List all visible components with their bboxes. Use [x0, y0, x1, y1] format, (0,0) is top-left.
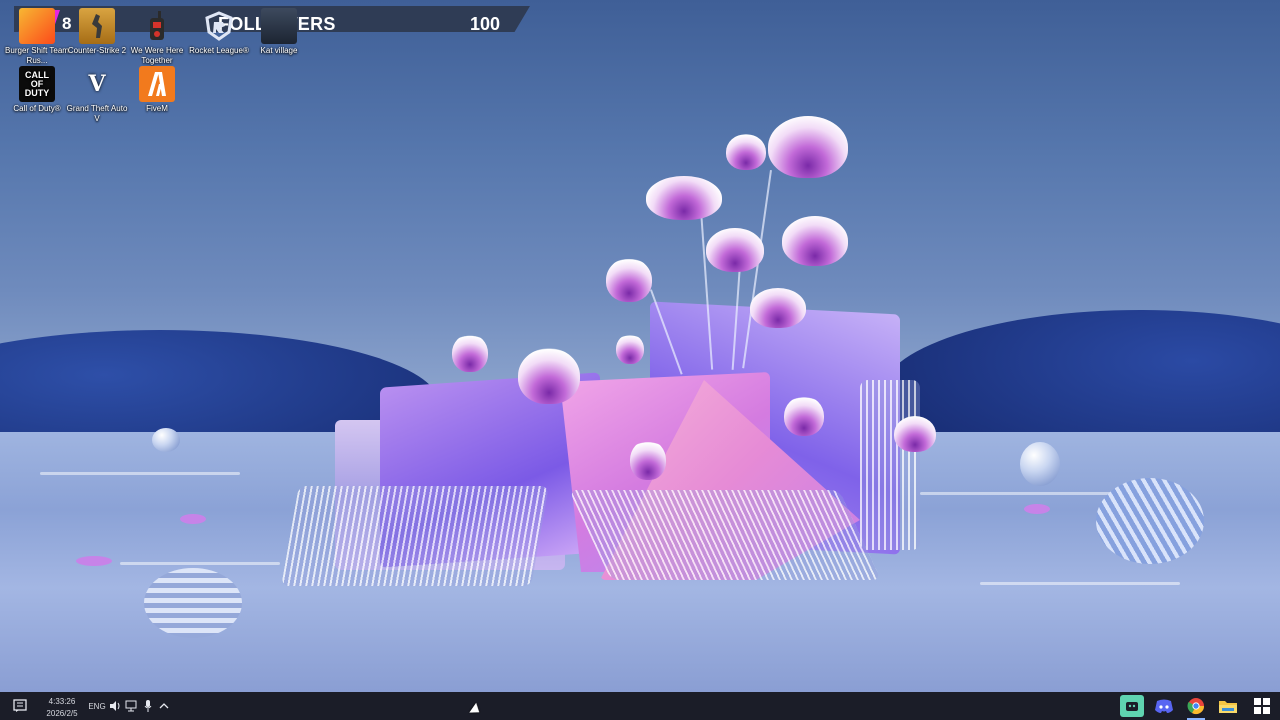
clock-date[interactable]: 2026/2/5: [40, 707, 84, 719]
desktop-icon-grand-theft-auto-v[interactable]: V Grand Theft Auto V: [64, 66, 130, 124]
desktop-icon-label: We Were Here Together: [130, 46, 184, 65]
water-shine: [980, 582, 1180, 585]
lotus-flower: [768, 116, 848, 178]
wallpaper-ribbed-sphere: [1096, 478, 1204, 564]
microphone-icon[interactable]: [142, 699, 154, 713]
wallpaper-sphere: [1020, 442, 1060, 486]
lotus-flower: [750, 288, 806, 328]
lotus-flower: [894, 416, 936, 452]
lotus-flower: [726, 134, 766, 170]
desktop-icon-label: Call of Duty®: [13, 104, 61, 113]
desktop-icon-burger-shift[interactable]: Burger Shift Team Rus...: [4, 8, 70, 66]
floating-petal: [180, 514, 206, 524]
desktop-icon-kat-village[interactable]: Kat village: [246, 8, 312, 56]
taskbar-streaming-app-icon[interactable]: [1120, 695, 1144, 717]
floating-petal: [76, 556, 112, 566]
walkie-talkie-icon: [139, 8, 175, 44]
volume-icon[interactable]: [108, 699, 122, 713]
wallpaper-ribbed-glass: [569, 490, 881, 580]
rocket-league-icon: [201, 8, 237, 44]
desktop-icon-we-were-here-together[interactable]: We Were Here Together: [124, 8, 190, 66]
lotus-flower: [646, 176, 722, 220]
lotus-flower: [782, 216, 848, 266]
wallpaper-sphere: [152, 428, 180, 452]
desktop-icon-label: Kat village: [260, 46, 298, 55]
water-shine: [40, 472, 240, 475]
followers-value: 100: [470, 14, 501, 34]
lotus-flower: [606, 258, 652, 302]
taskbar-discord-icon[interactable]: [1152, 695, 1176, 717]
lotus-flower: [630, 440, 666, 480]
call-of-duty-icon: CALL OF DUTY: [19, 66, 55, 102]
network-icon[interactable]: [124, 699, 140, 713]
wallpaper-ribbed-glass: [860, 380, 920, 550]
lotus-flower: [784, 396, 824, 436]
windows-start-icon[interactable]: [1250, 695, 1274, 717]
desktop-icon-counter-strike-2[interactable]: Counter-Strike 2: [64, 8, 130, 56]
notification-center-icon[interactable]: [10, 698, 30, 714]
wallpaper-ribbed-sphere: [144, 568, 242, 638]
floating-petal: [1024, 504, 1050, 514]
taskbar-chrome-icon[interactable]: [1184, 695, 1208, 720]
lotus-flower: [706, 228, 764, 272]
lotus-flower: [616, 334, 644, 364]
desktop-icon-label: Grand Theft Auto V: [66, 104, 128, 123]
kat-village-icon: [261, 8, 297, 44]
desktop-icon-label: FiveM: [146, 104, 168, 113]
language-indicator[interactable]: ENG: [86, 700, 108, 712]
gta-v-icon: V: [88, 71, 106, 97]
desktop-icon-fivem[interactable]: FiveM: [124, 66, 190, 114]
clock-time[interactable]: 4:33:26: [40, 695, 84, 707]
burger-shift-icon: [19, 8, 55, 44]
taskbar: 4:33:26 2026/2/5 ENG: [0, 692, 1280, 720]
lotus-flower: [452, 334, 488, 372]
taskbar-file-explorer-icon[interactable]: [1216, 695, 1240, 717]
wallpaper-ribbed-glass: [281, 486, 549, 586]
desktop-icon-label: Rocket League®: [189, 46, 249, 55]
fivem-icon: [139, 66, 175, 102]
desktop-icon-rocket-league[interactable]: Rocket League®: [186, 8, 252, 56]
desktop-icon-call-of-duty[interactable]: CALL OF DUTY Call of Duty®: [4, 66, 70, 114]
desktop-icon-label: Counter-Strike 2: [67, 46, 127, 55]
desktop-wallpaper: [0, 0, 1280, 692]
desktop-icon-label: Burger Shift Team Rus...: [5, 46, 69, 65]
water-shine: [120, 562, 280, 565]
lotus-flower: [518, 348, 580, 404]
counter-strike-icon: [79, 8, 115, 44]
show-hidden-icons-chevron-up-icon[interactable]: [158, 699, 170, 713]
